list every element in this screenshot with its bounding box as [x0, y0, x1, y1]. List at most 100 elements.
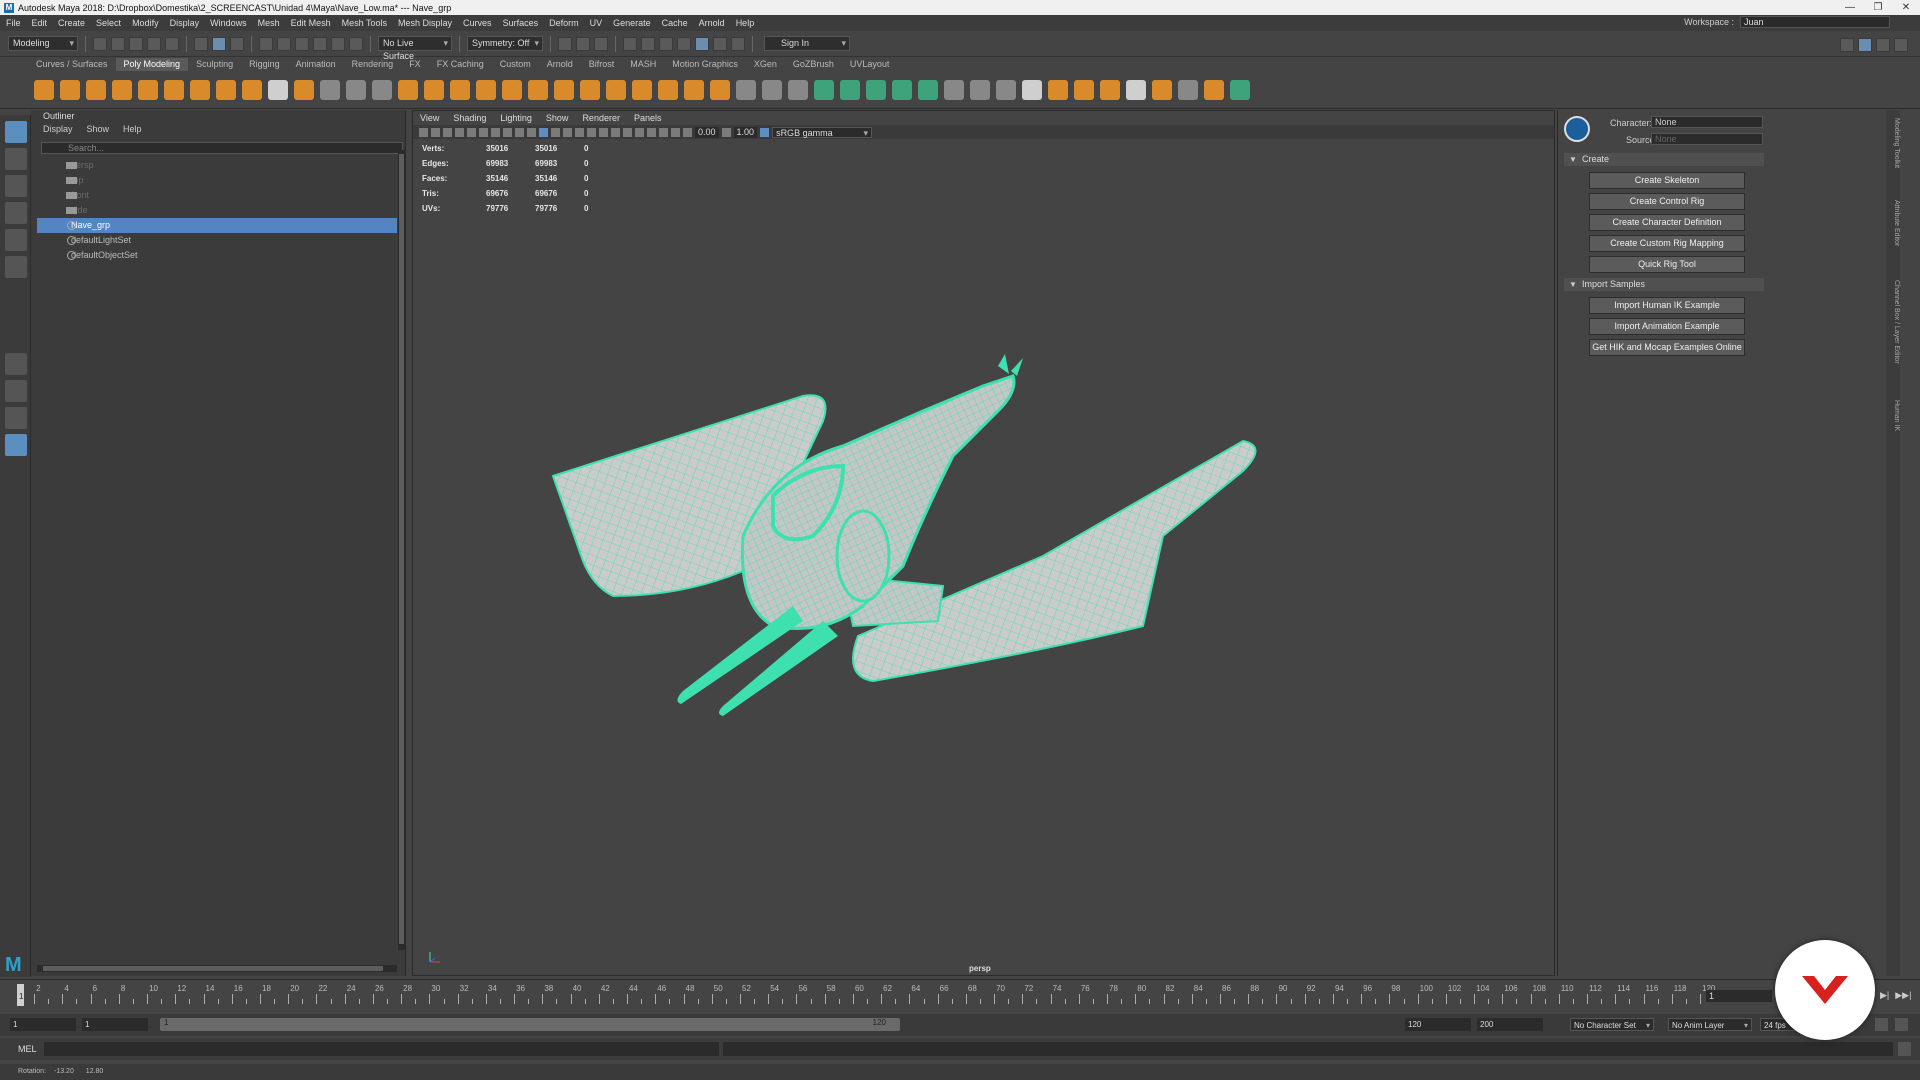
outliner-vertical-scrollbar[interactable] — [398, 150, 405, 950]
move-tool-icon[interactable] — [5, 202, 27, 224]
poly-plane-icon[interactable] — [164, 79, 184, 100]
script-editor-icon[interactable] — [1898, 1042, 1911, 1056]
menu-mesh-tools[interactable]: Mesh Tools — [342, 18, 387, 28]
boolean-intersection-icon[interactable] — [528, 79, 548, 100]
xray-joints-icon[interactable] — [671, 127, 680, 137]
snap-grid-icon[interactable] — [259, 36, 273, 51]
xray-icon[interactable] — [659, 127, 668, 137]
new-scene-icon[interactable] — [93, 36, 107, 51]
menu-deform[interactable]: Deform — [549, 18, 579, 28]
color-management-icon[interactable] — [760, 127, 770, 137]
source-dropdown[interactable]: None — [1651, 133, 1763, 145]
tool-settings-toggle-icon[interactable] — [1876, 38, 1890, 52]
smooth-icon[interactable] — [554, 79, 574, 100]
shelf-tab-animation[interactable]: Animation — [288, 58, 344, 71]
menu-edit-mesh[interactable]: Edit Mesh — [291, 18, 331, 28]
cp-icon[interactable] — [1230, 79, 1250, 100]
merge-icon[interactable] — [970, 79, 990, 100]
menu-surfaces[interactable]: Surfaces — [503, 18, 539, 28]
redo-icon[interactable] — [165, 36, 179, 51]
hierarchy-icon[interactable] — [1126, 79, 1146, 100]
shelf-tab-custom[interactable]: Custom — [492, 58, 539, 71]
shelf-tab-fx[interactable]: FX — [401, 58, 429, 71]
hik-button-import-animation-example[interactable]: Import Animation Example — [1589, 318, 1745, 335]
snap-curve-icon[interactable] — [277, 36, 291, 51]
outliner-item-persp[interactable]: persp — [37, 158, 397, 173]
outliner-search-input[interactable]: Search... — [41, 142, 403, 154]
isolate-select-icon[interactable] — [647, 127, 656, 137]
shelf-tab-bifrost[interactable]: Bifrost — [581, 58, 623, 71]
side-tab-attribute-editor[interactable]: Attribute Editor — [1886, 200, 1900, 246]
scroll-thumb[interactable] — [43, 966, 383, 971]
playback-end-field[interactable]: 120 — [1405, 1018, 1471, 1031]
grid-icon[interactable] — [467, 127, 476, 137]
retopologize-icon[interactable] — [710, 79, 730, 100]
extract-icon[interactable] — [450, 79, 470, 100]
shelf-tab-arnold[interactable]: Arnold — [539, 58, 581, 71]
platonic-solid-icon[interactable] — [216, 79, 236, 100]
menu-generate[interactable]: Generate — [613, 18, 651, 28]
select-object-icon[interactable] — [212, 36, 226, 51]
material-icon[interactable] — [1152, 79, 1172, 100]
pause-icon[interactable] — [731, 36, 745, 51]
menu-modify[interactable]: Modify — [132, 18, 159, 28]
channel-box-toggle-icon[interactable] — [1894, 38, 1908, 52]
viewport-menu-panels[interactable]: Panels — [634, 111, 662, 125]
view-transform-dropdown[interactable]: sRGB gamma — [772, 126, 873, 139]
range-bar[interactable]: 1 120 — [160, 1018, 900, 1031]
tools-icon[interactable] — [713, 36, 727, 51]
shelf-tab-curves-surfaces[interactable]: Curves / Surfaces — [28, 58, 116, 71]
insert-edge-loop-icon[interactable] — [736, 79, 756, 100]
character-dropdown[interactable]: None — [1651, 116, 1763, 128]
poly-disc-icon[interactable] — [190, 79, 210, 100]
anim-layer-dropdown[interactable]: No Anim Layer — [1668, 1018, 1752, 1032]
menu-cache[interactable]: Cache — [662, 18, 688, 28]
playback-start-field[interactable]: 1 — [82, 1018, 148, 1031]
side-tab-channel-box-layer-editor[interactable]: Channel Box / Layer Editor — [1886, 280, 1900, 364]
snap-view-icon[interactable] — [313, 36, 327, 51]
viewport-menu-renderer[interactable]: Renderer — [582, 111, 620, 125]
menu-create[interactable]: Create — [58, 18, 85, 28]
outliner-item-defaultlightset[interactable]: defaultLightSet — [37, 233, 397, 248]
select-hierarchy-icon[interactable] — [194, 36, 208, 51]
anti-aliasing-icon[interactable] — [623, 127, 632, 137]
smooth-shade-icon[interactable] — [551, 127, 560, 137]
extrude-icon[interactable] — [814, 79, 834, 100]
separate-icon[interactable] — [424, 79, 444, 100]
side-tab-modeling-toolkit[interactable]: Modeling Toolkit — [1886, 118, 1900, 168]
attribute-editor-toggle-icon[interactable] — [1858, 38, 1872, 52]
offset-edge-loop-icon[interactable] — [762, 79, 782, 100]
hik-button-quick-rig-tool[interactable]: Quick Rig Tool — [1589, 256, 1745, 273]
history-icon[interactable] — [1022, 79, 1042, 100]
wedge-icon[interactable] — [944, 79, 964, 100]
hik-button-create-skeleton[interactable]: Create Skeleton — [1589, 172, 1745, 189]
select-tool-icon[interactable] — [5, 121, 27, 143]
snap-vertex-icon[interactable] — [349, 36, 363, 51]
outliner-layout-icon[interactable] — [5, 434, 27, 456]
gate-mask-icon[interactable] — [503, 127, 512, 137]
menu-curves[interactable]: Curves — [463, 18, 492, 28]
animation-preferences-icon[interactable] — [1895, 1018, 1908, 1031]
shelf-tab-uvlayout[interactable]: UVLayout — [842, 58, 898, 71]
field-chart-icon[interactable] — [515, 127, 524, 137]
shelf-tab-fx-caching[interactable]: FX Caching — [429, 58, 492, 71]
bookmarks-icon[interactable] — [443, 127, 452, 137]
poke-icon[interactable] — [918, 79, 938, 100]
hik-button-create-character-definition[interactable]: Create Character Definition — [1589, 214, 1745, 231]
motion-blur-icon[interactable] — [611, 127, 620, 137]
shelf-tab-poly-modeling[interactable]: Poly Modeling — [115, 58, 189, 71]
open-scene-icon[interactable] — [111, 36, 125, 51]
render-view-icon[interactable] — [659, 36, 673, 51]
paint-select-icon[interactable] — [5, 175, 27, 197]
menu-help[interactable]: Help — [736, 18, 755, 28]
shelf-tab-xgen[interactable]: XGen — [746, 58, 785, 71]
render-frame-icon[interactable] — [576, 36, 590, 51]
gamma-icon[interactable] — [721, 127, 731, 137]
viewport-menu-shading[interactable]: Shading — [453, 111, 486, 125]
human-ik-logo-icon[interactable] — [1564, 116, 1590, 142]
spaceship-model[interactable] — [543, 336, 1263, 726]
scene-end-field[interactable]: 200 — [1477, 1018, 1543, 1031]
outliner-menu-display[interactable]: Display — [43, 122, 73, 136]
gamma-field[interactable]: 1.00 — [733, 126, 758, 138]
step-forward-icon[interactable]: ▶| — [1880, 990, 1889, 1001]
